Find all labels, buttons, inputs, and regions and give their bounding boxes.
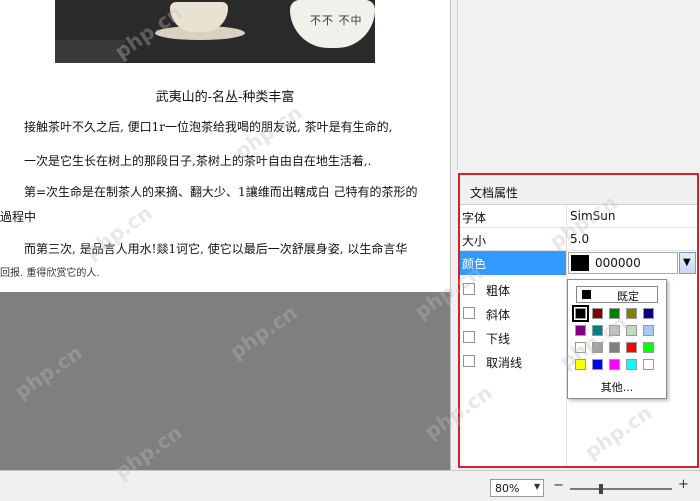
strikethrough-label: 取消线 <box>486 356 523 370</box>
color-swatch[interactable] <box>609 342 620 353</box>
underline-checkbox-row[interactable]: 下线 <box>460 326 566 350</box>
color-swatch[interactable] <box>609 308 620 319</box>
paragraph-4: 而第三次, 是品言人用水!燚1诃它, 使它以最后一次舒展身姿, 以生命言华 <box>24 242 408 256</box>
paragraph-3: 第=次生命是在制茶人的来摘、翻大少、1讓维而出轄成白 己特有的茶形的 <box>24 185 418 199</box>
paragraph-3-continued: 過程中 <box>0 210 37 224</box>
color-swatch[interactable] <box>626 308 637 319</box>
chevron-down-icon: ▼ <box>534 482 541 491</box>
paragraph-2: 一次是它生长在树上的那段日子,茶树上的茶叶自由自在地生活着,. <box>24 154 372 168</box>
color-swatch[interactable] <box>575 325 586 336</box>
color-swatch[interactable] <box>626 325 637 336</box>
zoom-slider[interactable] <box>570 484 672 494</box>
color-swatch[interactable] <box>592 359 603 370</box>
tea-photo: 不不 不中 <box>55 0 375 63</box>
color-swatch[interactable] <box>575 359 586 370</box>
color-swatch[interactable] <box>592 308 603 319</box>
italic-label: 斜体 <box>486 308 511 322</box>
color-swatch[interactable] <box>626 359 637 370</box>
color-swatch[interactable] <box>572 305 589 322</box>
property-row-size[interactable]: 大小 5.0 <box>460 228 697 251</box>
color-dropdown-button[interactable]: ▼ <box>679 252 696 274</box>
property-key-color: 颜色 <box>462 257 487 271</box>
property-value-font[interactable]: SimSun <box>570 209 615 223</box>
color-swatch[interactable] <box>643 342 654 353</box>
photo-teapot-calligraphy: 不不 不中 <box>310 14 363 27</box>
properties-title: 文档属性 <box>470 186 519 200</box>
document-title: 武夷山的-名丛-种类丰富 <box>155 90 295 105</box>
paragraph-4-continued: 回报. 重得欣赏它的人. <box>0 268 100 279</box>
property-key-font: 字体 <box>462 211 487 225</box>
color-picker-popup: 既定 其他... <box>567 279 667 399</box>
sidebar-upper-area <box>457 0 700 170</box>
color-swatch[interactable] <box>609 325 620 336</box>
paragraph-1: 接触茶叶不久之后, 便口1r一位泡茶给我喝的朋友说, 茶叶是有生命的, <box>24 120 393 134</box>
default-color-swatch <box>582 290 591 299</box>
color-swatch[interactable] <box>592 325 603 336</box>
strikethrough-checkbox[interactable] <box>463 355 475 367</box>
color-value-field[interactable]: 000000 <box>568 252 678 274</box>
photo-tea-leaves <box>55 40 125 63</box>
zoom-value: 80% <box>495 482 520 495</box>
document-empty-area <box>0 292 450 470</box>
more-colors-button[interactable]: 其他... <box>568 379 666 395</box>
zoom-slider-thumb[interactable] <box>599 484 603 494</box>
bold-label: 粗体 <box>486 284 511 298</box>
property-value-size[interactable]: 5.0 <box>570 232 589 246</box>
color-swatch[interactable] <box>592 342 603 353</box>
status-bar: 80% ▼ − + <box>0 470 700 501</box>
property-key-size: 大小 <box>462 234 487 248</box>
properties-header: 文档属性 <box>460 175 697 205</box>
bold-checkbox[interactable] <box>463 283 475 295</box>
strikethrough-checkbox-row[interactable]: 取消线 <box>460 350 566 374</box>
zoom-in-button[interactable]: + <box>678 477 689 492</box>
color-swatch[interactable] <box>575 342 586 353</box>
underline-checkbox[interactable] <box>463 331 475 343</box>
default-color-button[interactable]: 既定 <box>576 286 658 303</box>
property-row-font[interactable]: 字体 SimSun <box>460 205 697 228</box>
color-swatch[interactable] <box>643 359 654 370</box>
italic-checkbox[interactable] <box>463 307 475 319</box>
color-swatch[interactable] <box>643 308 654 319</box>
italic-checkbox-row[interactable]: 斜体 <box>460 302 566 326</box>
current-color-swatch <box>571 255 589 271</box>
color-swatch[interactable] <box>643 325 654 336</box>
chevron-down-icon: ▼ <box>683 257 691 268</box>
zoom-select[interactable]: 80% ▼ <box>490 479 544 497</box>
zoom-out-button[interactable]: − <box>553 478 564 493</box>
document-page[interactable]: 不不 不中 武夷山的-名丛-种类丰富 接触茶叶不久之后, 便口1r一位泡茶给我喝… <box>0 0 450 470</box>
color-swatch[interactable] <box>609 359 620 370</box>
color-hex-value: 000000 <box>595 256 641 270</box>
color-swatch[interactable] <box>626 342 637 353</box>
property-row-color[interactable]: 颜色 000000 ▼ <box>460 251 697 276</box>
default-color-label: 既定 <box>617 290 639 303</box>
underline-label: 下线 <box>486 332 511 346</box>
bold-checkbox-row[interactable]: 粗体 <box>460 278 566 302</box>
